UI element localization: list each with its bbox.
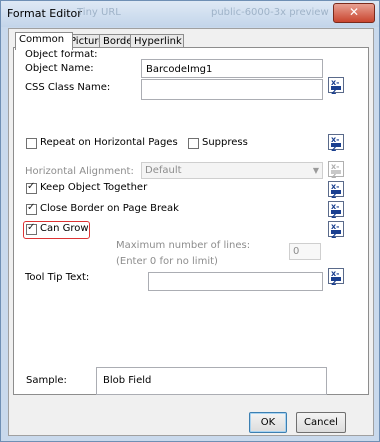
keep-together-checkbox[interactable] bbox=[26, 181, 37, 194]
title-bar[interactable]: Format Editor Tiny URL public-6000-3x pr… bbox=[1, 1, 379, 27]
tab-page-common: Object format: Object Name: BarcodeImg1 … bbox=[13, 47, 369, 395]
keep-together-formula-button[interactable]: x-2 bbox=[328, 181, 344, 200]
suppress-label: Suppress bbox=[202, 137, 248, 148]
can-grow-label: Can Grow bbox=[40, 223, 89, 234]
max-lines-field: 0 bbox=[289, 243, 321, 260]
close-border-formula-button[interactable]: x-2 bbox=[328, 201, 344, 220]
window-title: Format Editor bbox=[7, 7, 82, 20]
tooltip-field[interactable] bbox=[148, 272, 323, 291]
close-button[interactable]: ✕ bbox=[333, 3, 375, 23]
background-title-fragment: public-6000-3x preview bbox=[211, 7, 329, 18]
formula-icon-bar bbox=[331, 230, 341, 234]
repeat-horizontal-checkbox[interactable] bbox=[26, 138, 37, 149]
max-lines-label: Maximum number of lines: bbox=[116, 240, 251, 251]
alignment-formula-button: x-2 bbox=[328, 161, 344, 180]
css-formula-button[interactable]: x-2 bbox=[328, 77, 344, 96]
max-lines-hint: (Enter 0 for no limit) bbox=[116, 256, 218, 267]
tab-common[interactable]: Common bbox=[15, 32, 73, 50]
cancel-button[interactable]: Cancel bbox=[296, 412, 346, 433]
chevron-down-icon: ▼ bbox=[312, 166, 319, 175]
close-border-checkbox[interactable] bbox=[26, 202, 37, 215]
ok-button[interactable]: OK bbox=[249, 412, 287, 433]
tooltip-label: Tool Tip Text: bbox=[25, 272, 90, 283]
formula-icon-bar bbox=[331, 170, 341, 174]
suppress-formula-button[interactable]: x-2 bbox=[328, 134, 344, 153]
dialog-client-area: Common Picture Border Hyperlink Object f… bbox=[8, 28, 374, 436]
sample-label: Sample: bbox=[26, 375, 67, 386]
horizontal-alignment-label: Horizontal Alignment: bbox=[25, 166, 134, 177]
formula-icon-bar bbox=[331, 86, 341, 90]
close-icon: ✕ bbox=[348, 5, 360, 19]
object-name-field[interactable]: BarcodeImg1 bbox=[141, 59, 323, 78]
format-editor-window: Format Editor Tiny URL public-6000-3x pr… bbox=[0, 0, 380, 442]
close-border-label: Close Border on Page Break bbox=[40, 203, 179, 214]
background-title-fragment: Tiny URL bbox=[77, 7, 121, 18]
can-grow-checkbox[interactable] bbox=[26, 222, 37, 235]
horizontal-alignment-value: Default bbox=[145, 165, 182, 176]
object-format-section-label: Object format: bbox=[25, 49, 98, 60]
object-name-label: Object Name: bbox=[25, 63, 94, 74]
tooltip-formula-button[interactable]: x-2 bbox=[328, 268, 344, 287]
horizontal-alignment-select[interactable]: Default ▼ bbox=[141, 162, 323, 179]
formula-icon-bar bbox=[331, 143, 341, 147]
css-class-label: CSS Class Name: bbox=[25, 82, 111, 93]
repeat-horizontal-label: Repeat on Horizontal Pages bbox=[40, 137, 178, 148]
can-grow-formula-button[interactable]: x-2 bbox=[328, 221, 344, 240]
formula-icon-bar bbox=[331, 277, 341, 281]
formula-icon-bar bbox=[331, 210, 341, 214]
keep-together-label: Keep Object Together bbox=[40, 182, 148, 193]
suppress-checkbox[interactable] bbox=[188, 138, 199, 149]
sample-preview: Blob Field bbox=[96, 367, 327, 395]
formula-icon-bar bbox=[331, 190, 341, 194]
css-class-field[interactable] bbox=[141, 79, 323, 100]
